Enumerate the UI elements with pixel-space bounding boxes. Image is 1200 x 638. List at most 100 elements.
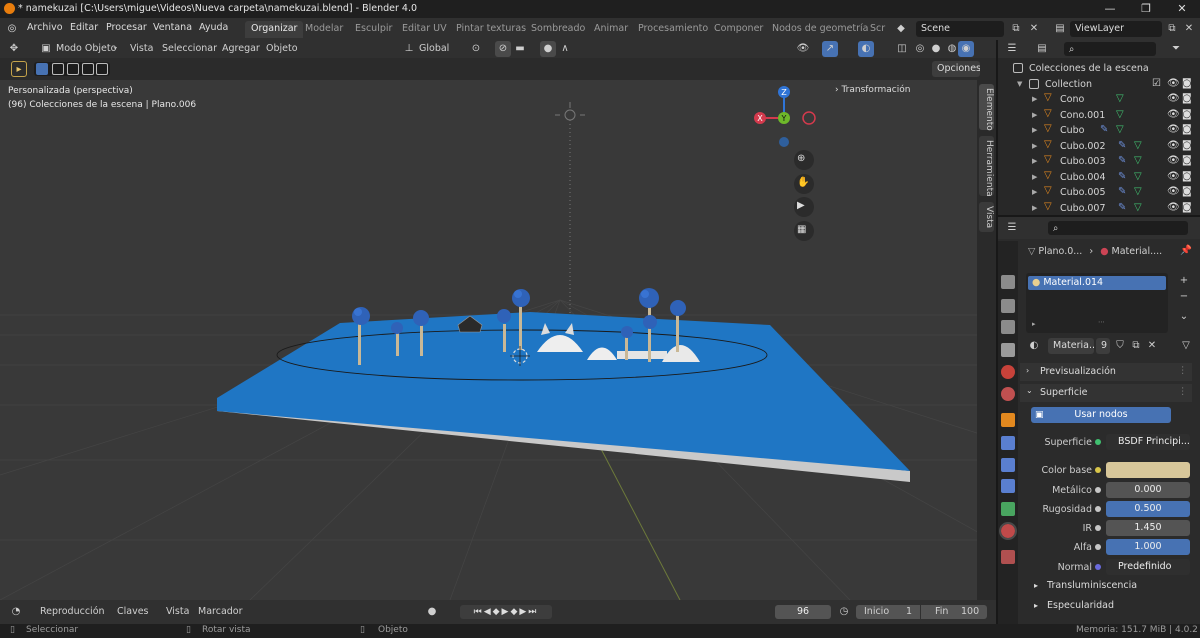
field-value[interactable]: 1.450 [1106,520,1190,536]
material-slot-list[interactable]: ● Material.014 ▸ ⋯ [1026,273,1168,333]
tab-vista[interactable]: Vista [979,202,994,232]
mesh-data-icon[interactable]: ▽ [1134,140,1142,151]
overlay-toggle-icon[interactable]: ◐ [858,41,874,57]
xray-icon[interactable]: ◫ [894,41,910,57]
outliner-editor-icon[interactable]: ☰ [1004,41,1020,57]
material-slot-item[interactable]: ● Material.014 [1028,276,1166,290]
clock-icon[interactable]: ◷ [836,604,852,620]
end-frame-field[interactable]: Fin 100 [921,605,987,619]
timeline-editor-icon[interactable]: ◔ [8,604,24,620]
menu-ayuda[interactable]: Ayuda [199,22,228,33]
tab-pintar-texturas[interactable]: Pintar texturas [450,21,532,38]
transform-panel-header[interactable]: › Transformación [835,85,910,95]
shading-wireframe-icon[interactable]: ◎ [912,41,928,57]
wrench-icon[interactable]: ✎ [1118,140,1126,151]
minimize-button[interactable]: — [1092,0,1128,18]
select-invert-icon[interactable] [82,63,94,75]
world-tab-icon[interactable] [1001,387,1015,401]
wrench-icon[interactable]: ✎ [1118,155,1126,166]
display-mode-icon[interactable]: ▤ [1034,41,1050,57]
3d-viewport[interactable]: Z Y X Personalizada (perspectiva) (96) C… [0,80,996,600]
active-tool-icon[interactable]: ▸ [11,61,27,77]
use-nodes-button[interactable]: ▣ Usar nodos [1031,407,1171,423]
fake-user-shield-icon[interactable]: ⛉ [1112,338,1128,354]
camera-render-icon[interactable]: ◙ [1182,155,1192,166]
specular-section[interactable]: ▸ Especularidad [1034,600,1114,611]
socket-dot-icon[interactable] [1095,467,1101,473]
options-dropdown[interactable]: Opciones [932,61,980,77]
delete-scene-icon[interactable]: ✕ [1026,21,1042,37]
tab-herramienta[interactable]: Herramienta [979,136,994,197]
tab-esculpir[interactable]: Esculpir [349,21,398,38]
pivot-icon[interactable]: ⊙ [468,41,484,57]
menu-objeto[interactable]: Objeto [266,43,298,54]
checkbox-icon[interactable]: ☑ [1152,78,1161,89]
eye-icon[interactable]: 👁 [1167,140,1180,151]
menu-agregar[interactable]: Agregar [222,43,260,54]
browse-material-icon[interactable]: ◐ [1026,338,1042,354]
outliner-row-scene-collection[interactable]: Colecciones de la escena [998,61,1200,76]
select-subtract-icon[interactable] [67,63,79,75]
surface-section-header[interactable]: ⌄ Superficie ⋮ [1020,384,1192,402]
duplicate-icon[interactable]: ⧉ [1128,338,1144,354]
shading-rendered-icon[interactable]: ◉ [958,41,974,57]
object-tab-icon[interactable] [1001,413,1015,427]
tool-tab-icon[interactable] [1001,275,1015,289]
view-layer-field[interactable]: ViewLayer [1070,21,1162,37]
camera-render-icon[interactable]: ◙ [1182,78,1192,89]
camera-render-icon[interactable]: ◙ [1182,202,1192,213]
expand-arrow-icon[interactable]: ▶ [1032,142,1037,150]
remove-slot-icon[interactable]: − [1176,289,1192,305]
expand-arrow-icon[interactable]: ▶ [1032,111,1037,119]
scene-selector-icon[interactable]: ◆ [893,21,909,37]
outliner-row-object[interactable]: ▶ ▽ Cubo.002 ✎ ▽ 👁 ◙ [998,139,1200,154]
outliner-row-object[interactable]: ▶ ▽ Cubo.004 ✎ ▽ 👁 ◙ [998,170,1200,185]
proportional-edit-icon[interactable]: ● [540,41,556,57]
field-value[interactable]: 1.000 [1106,539,1190,555]
user-count[interactable]: 9 [1096,338,1110,354]
filter-icon[interactable]: ⏷ [1168,41,1184,57]
wrench-icon[interactable]: ✎ [1118,202,1126,213]
delete-view-layer-icon[interactable]: ✕ [1181,21,1197,37]
outliner-row-object[interactable]: ▶ ▽ Cubo.007 ✎ ▽ 👁 ◙ [998,201,1200,216]
field-value[interactable] [1106,462,1190,478]
mesh-data-icon[interactable]: ▽ [1134,186,1142,197]
socket-dot-icon[interactable] [1095,525,1101,531]
outliner-row-collection[interactable]: ▼ Collection ☑ 👁 ◙ [998,77,1200,92]
wrench-icon[interactable]: ✎ [1100,124,1108,135]
field-value[interactable]: Predefinido [1106,559,1190,575]
tab-nodos-geometria[interactable]: Nodos de geometría [766,21,875,38]
scene-name-field[interactable]: Scene [916,21,1004,37]
eye-icon[interactable]: 👁 [1167,93,1180,104]
perspective-grid-icon[interactable]: ▦ [797,224,806,235]
maximize-button[interactable]: ❐ [1128,0,1164,18]
mesh-data-icon[interactable]: ▽ [1116,93,1124,104]
properties-search-input[interactable]: ⌕ [1048,221,1188,235]
outliner-row-object[interactable]: ▶ ▽ Cono.001 ▽ 👁 ◙ [998,108,1200,123]
editor-type-icon[interactable]: ✥ [6,41,22,57]
tab-procesamiento[interactable]: Procesamiento [632,21,714,38]
output-tab-icon[interactable] [1001,320,1015,334]
new-view-layer-icon[interactable]: ⧉ [1164,21,1180,37]
texture-tab-icon[interactable] [1001,550,1015,564]
playback-controls[interactable]: ⏮◀◆▶◆▶⏭ [460,605,552,619]
new-scene-icon[interactable]: ⧉ [1008,21,1024,37]
tab-animar[interactable]: Animar [588,21,634,38]
tab-elemento[interactable]: Elemento [979,84,994,131]
expand-arrow-icon[interactable]: ▶ [1032,188,1037,196]
camera-render-icon[interactable]: ◙ [1182,109,1192,120]
menu-ventana[interactable]: Ventana [153,22,192,33]
expand-arrow-icon[interactable]: ▶ [1032,173,1037,181]
translucency-section[interactable]: ▸ Transluminiscencia [1034,580,1137,591]
preview-section-header[interactable]: › Previsualización ⋮ [1020,363,1192,381]
mesh-data-icon[interactable]: ▽ [1116,109,1124,120]
outliner-row-object[interactable]: ▶ ▽ Cubo.003 ✎ ▽ 👁 ◙ [998,154,1200,169]
menu-vista-timeline[interactable]: Vista [166,606,189,617]
field-value[interactable]: 0.500 [1106,501,1190,517]
eye-icon[interactable]: 👁 [1167,78,1180,89]
eye-icon[interactable]: 👁 [1167,109,1180,120]
snap-target-icon[interactable]: ▬ [512,41,528,57]
camera-render-icon[interactable]: ◙ [1182,186,1192,197]
expand-arrow-icon[interactable]: ▸ [1032,320,1036,328]
unlink-icon[interactable]: ✕ [1144,338,1160,354]
